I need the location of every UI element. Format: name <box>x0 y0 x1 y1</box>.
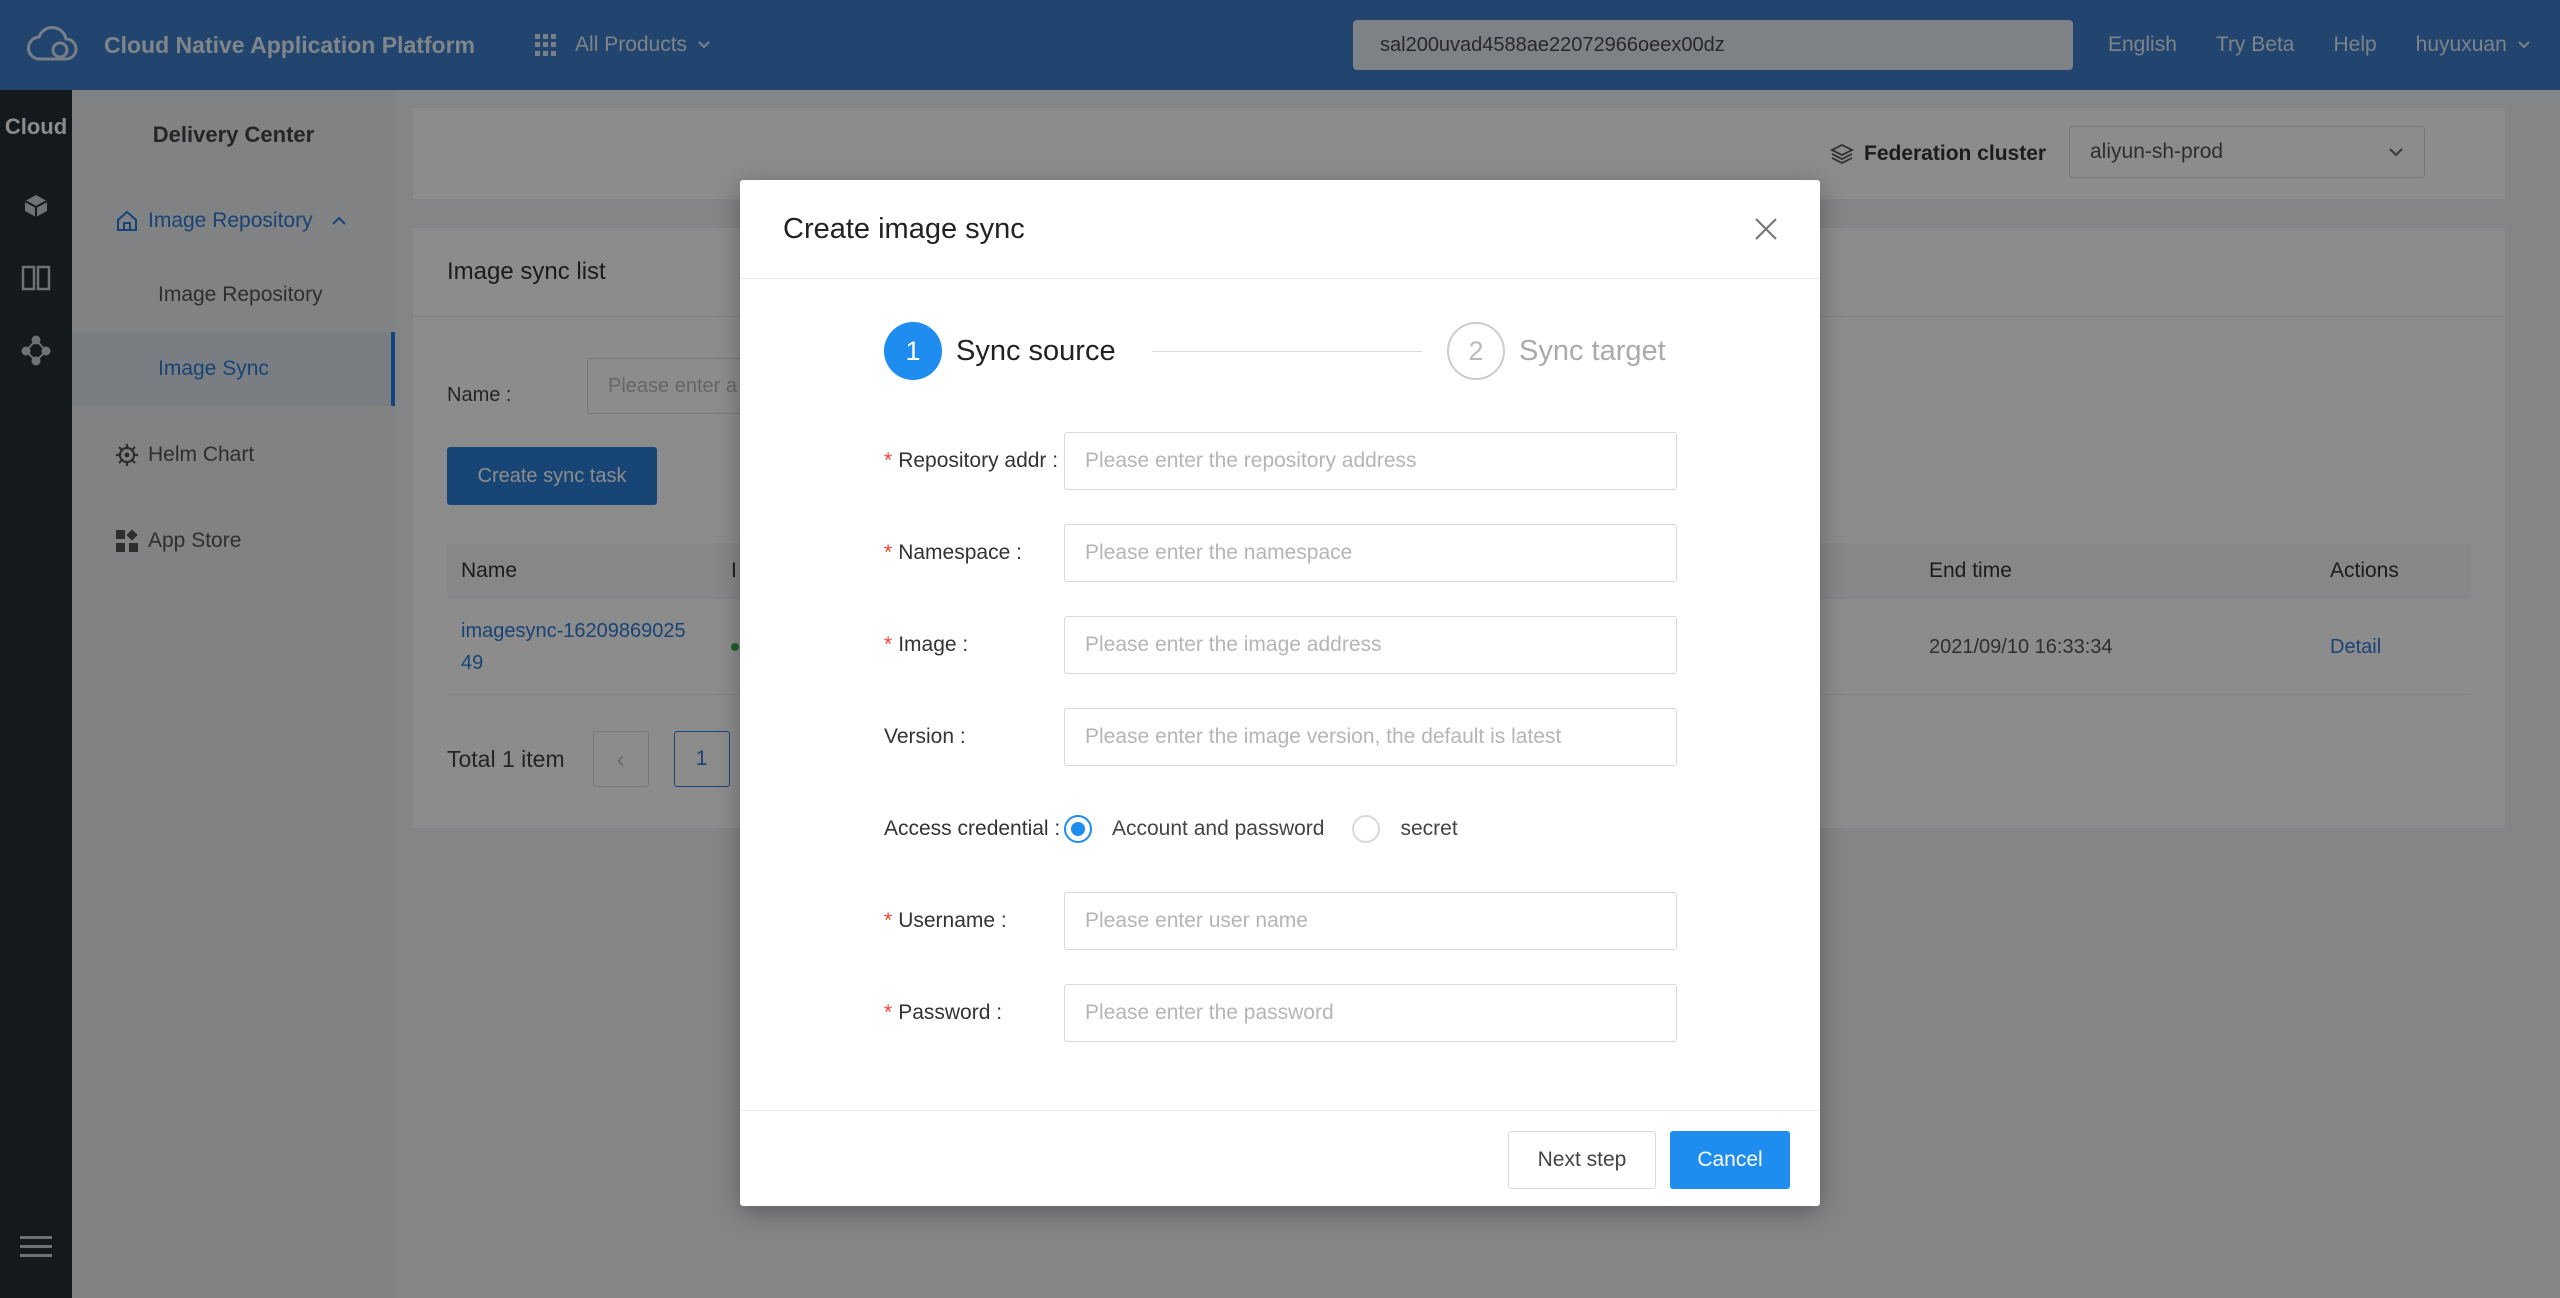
namespace-label-text: Namespace : <box>898 541 1022 564</box>
version-input[interactable]: Please enter the image version, the defa… <box>1064 708 1677 766</box>
image-row: * Image : Please enter the image address <box>884 616 1684 674</box>
step-connector <box>1152 351 1422 352</box>
username-label-text: Username : <box>898 909 1007 932</box>
password-input[interactable]: Please enter the password <box>1064 984 1677 1042</box>
image-label-text: Image : <box>898 633 969 656</box>
required-mark: * <box>884 449 893 472</box>
step-1-number: 1 <box>884 322 942 380</box>
access-credential-row: Access credential : Account and password… <box>884 800 1684 858</box>
required-mark: * <box>884 909 893 932</box>
password-row: * Password : Please enter the password <box>884 984 1684 1042</box>
image-input[interactable]: Please enter the image address <box>1064 616 1677 674</box>
close-icon[interactable] <box>1746 209 1786 249</box>
access-credential-radio-group: Account and password secret <box>1064 800 1458 858</box>
cancel-button[interactable]: Cancel <box>1670 1131 1790 1189</box>
version-row: Version : Please enter the image version… <box>884 708 1684 766</box>
modal-header: Create image sync <box>740 180 1820 279</box>
password-label: * Password : <box>884 984 1002 1042</box>
radio-account-password[interactable] <box>1064 815 1092 843</box>
image-label: * Image : <box>884 616 968 674</box>
required-mark: * <box>884 1001 893 1024</box>
namespace-input[interactable]: Please enter the namespace <box>1064 524 1677 582</box>
namespace-row: * Namespace : Please enter the namespace <box>884 524 1684 582</box>
radio-secret-label[interactable]: secret <box>1400 817 1457 841</box>
step-2-label: Sync target <box>1519 334 1666 367</box>
version-label: Version : <box>884 725 966 748</box>
modal-footer: Next step Cancel <box>740 1110 1820 1206</box>
steps: 1 Sync source 2 Sync target <box>884 321 1684 381</box>
modal-title: Create image sync <box>783 212 1025 245</box>
repository-address-input[interactable]: Please enter the repository address <box>1064 432 1677 490</box>
required-mark: * <box>884 541 893 564</box>
create-image-sync-modal: Create image sync 1 Sync source 2 Sync t… <box>740 180 1820 1206</box>
access-credential-label: Access credential : <box>884 817 1061 840</box>
repository-address-label: * Repository addr : <box>884 432 1058 490</box>
password-label-text: Password : <box>898 1001 1003 1024</box>
repository-address-label-text: Repository addr : <box>898 449 1059 472</box>
step-1-label: Sync source <box>956 334 1116 367</box>
radio-secret[interactable] <box>1352 815 1381 843</box>
required-mark: * <box>884 633 893 656</box>
radio-account-password-label[interactable]: Account and password <box>1112 817 1324 841</box>
next-step-button[interactable]: Next step <box>1508 1131 1656 1189</box>
username-input[interactable]: Please enter user name <box>1064 892 1677 950</box>
step-2-number: 2 <box>1447 322 1505 380</box>
repository-address-row: * Repository addr : Please enter the repo… <box>884 432 1684 490</box>
username-label: * Username : <box>884 892 1007 950</box>
username-row: * Username : Please enter user name <box>884 892 1684 950</box>
namespace-label: * Namespace : <box>884 524 1022 582</box>
